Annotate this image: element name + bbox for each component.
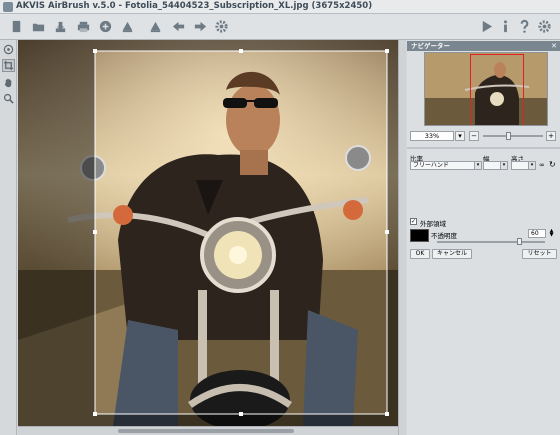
share-icon[interactable] (97, 18, 114, 35)
outer-area-label: 外部領域 (420, 220, 446, 228)
ok-button[interactable]: OK (410, 249, 430, 259)
ratio-value: フリーハンド (413, 162, 449, 169)
vertical-scrollbar[interactable] (398, 40, 406, 435)
zoom-icon[interactable] (2, 92, 15, 105)
run-icon[interactable] (478, 18, 495, 35)
preferences-icon[interactable] (536, 18, 553, 35)
help-icon[interactable] (516, 18, 533, 35)
width-field[interactable]: ▾ (483, 161, 508, 170)
zoom-dropdown-button[interactable]: ▾ (455, 131, 465, 141)
zoom-slider-knob[interactable] (506, 132, 511, 140)
swap-icon[interactable]: ↻ (549, 160, 558, 170)
navigator-thumbnail-image (425, 53, 547, 125)
open-icon[interactable] (30, 18, 47, 35)
zoom-slider-track[interactable] (483, 135, 543, 137)
app-window: AKVIS AirBrush v.5.0 - Fotolia_54404523_… (0, 0, 560, 435)
tool-strip (0, 40, 17, 435)
save-icon[interactable] (52, 18, 69, 35)
chevron-down-icon: ▾ (474, 162, 481, 169)
navigator-header: ナビゲーター ✕ (407, 41, 560, 51)
new-icon[interactable] (8, 18, 25, 35)
photo-icon[interactable] (2, 43, 15, 56)
outer-area-checkbox[interactable]: ✓ (410, 218, 417, 225)
chevron-down-icon: ▾ (528, 162, 535, 169)
horizontal-scroll-thumb[interactable] (118, 429, 294, 433)
photo-image (18, 40, 398, 426)
navigator-preview[interactable] (424, 52, 548, 126)
zoom-in-button[interactable]: + (546, 131, 556, 141)
outer-area-color-swatch[interactable] (410, 229, 429, 242)
window-title: AKVIS AirBrush v.5.0 - Fotolia_54404523_… (16, 1, 373, 11)
hand-icon[interactable] (2, 76, 15, 89)
info-icon[interactable] (497, 18, 514, 35)
reset-button[interactable]: リセット (522, 249, 557, 259)
opacity-spinner[interactable]: ▲ ▼ (548, 229, 555, 238)
horizontal-scrollbar[interactable] (18, 426, 398, 435)
toolbar (0, 14, 560, 40)
image-canvas[interactable] (18, 40, 398, 426)
link-icon[interactable]: ∞ (539, 160, 547, 170)
crop-icon[interactable] (2, 59, 15, 72)
app-logo-icon (3, 2, 13, 12)
ratio-select[interactable]: フリーハンド ▾ (410, 161, 482, 170)
settings-panel: ナビゲーター ✕ 33% ▾ − + 比率 幅 高さ フリーハンド ▾ ▾ ▾ … (407, 40, 560, 435)
forward-arrow-icon[interactable] (192, 18, 209, 35)
navigator-title: ナビゲーター (411, 42, 450, 50)
opacity-slider-knob[interactable] (517, 238, 522, 245)
zoom-level-field[interactable]: 33% (410, 131, 454, 141)
back-arrow-icon[interactable] (170, 18, 187, 35)
brush-icon[interactable] (147, 18, 164, 35)
opacity-label: 不透明度 (431, 232, 457, 240)
zoom-out-button[interactable]: − (469, 131, 479, 141)
opacity-slider-track[interactable] (437, 241, 545, 243)
bookmark-icon[interactable] (119, 18, 136, 35)
print-icon[interactable] (75, 18, 92, 35)
chevron-down-icon: ▾ (500, 162, 507, 169)
settings-gear-icon[interactable] (213, 18, 230, 35)
splitter[interactable] (407, 147, 560, 149)
opacity-value-field[interactable]: 60 (528, 229, 546, 238)
height-field[interactable]: ▾ (511, 161, 536, 170)
title-bar: AKVIS AirBrush v.5.0 - Fotolia_54404523_… (0, 0, 560, 14)
cancel-button[interactable]: キャンセル (432, 249, 472, 259)
close-icon[interactable]: ✕ (551, 41, 557, 51)
